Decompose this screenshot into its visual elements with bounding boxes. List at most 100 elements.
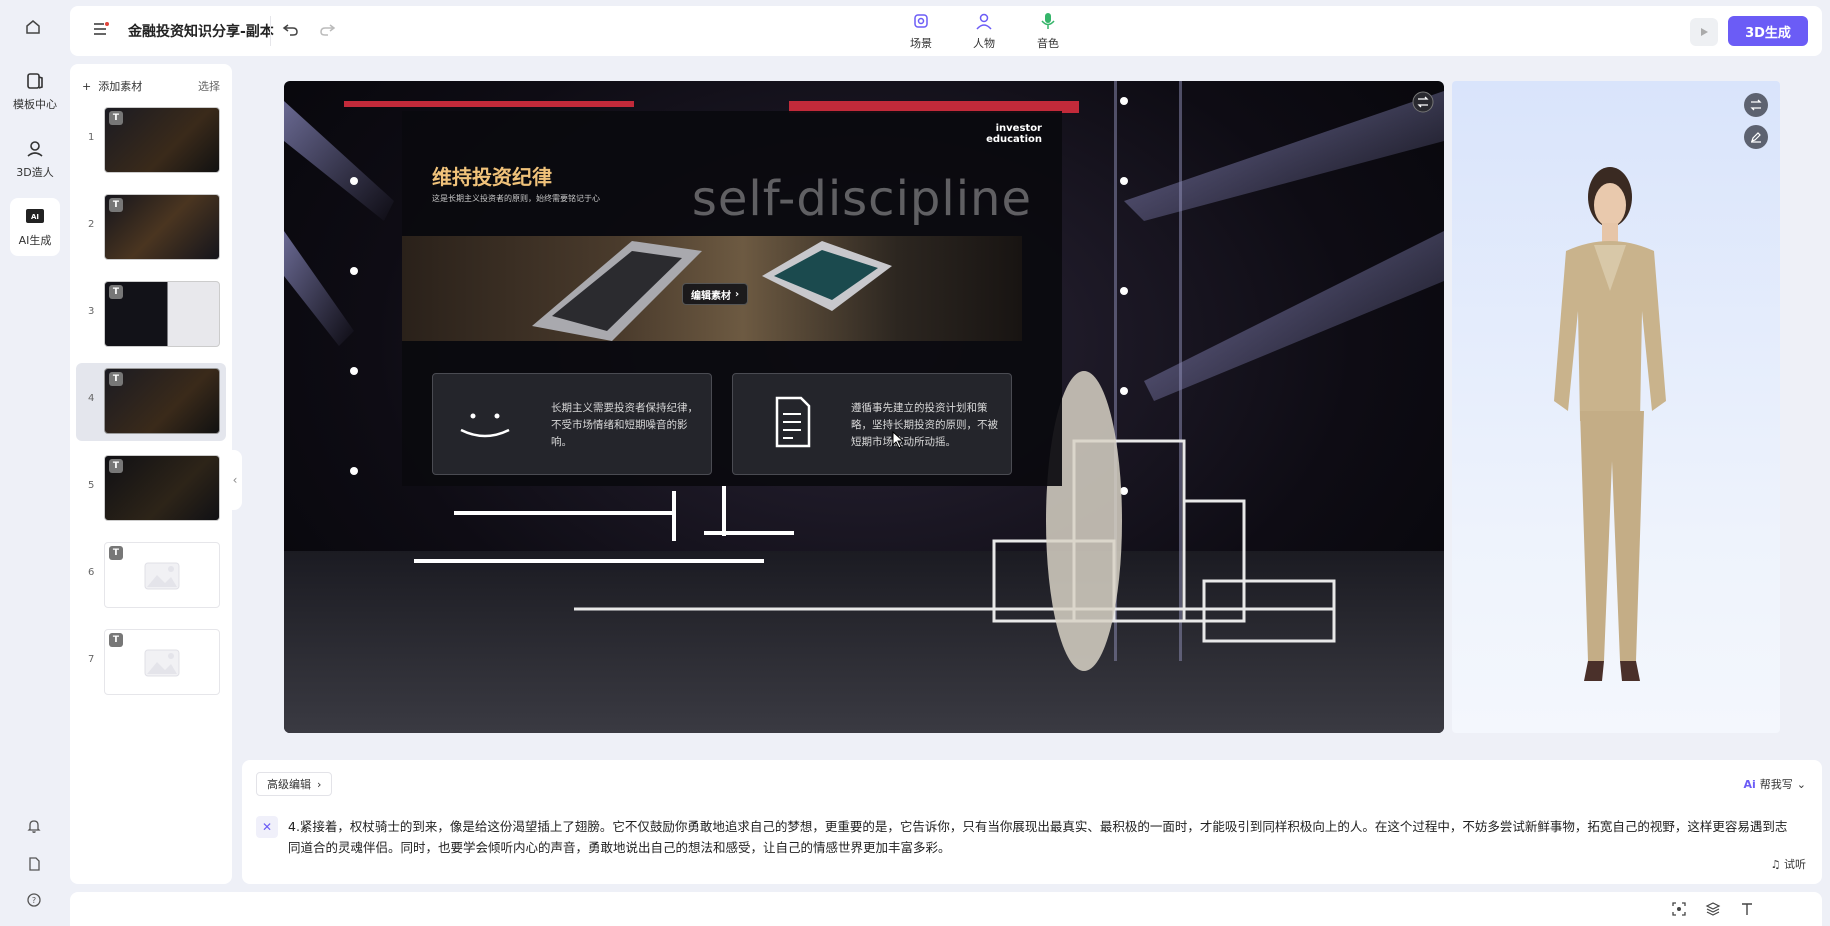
slide-tag-line1: investor [995,123,1042,134]
text-tool-icon[interactable] [1738,900,1756,918]
slide-thumbnail[interactable]: 5 T [76,450,226,528]
person-icon [975,12,993,33]
ai-icon: AI [24,206,46,228]
slide-number: 7 [88,654,95,665]
document-title[interactable]: 金融投资知识分享-副本 [128,21,274,41]
slide-number: 2 [88,219,95,230]
layers-icon[interactable] [1704,900,1722,918]
slide-subtitle[interactable]: 这是长期主义投资者的原则，始终需要铭记于心 [432,193,600,204]
advanced-edit-label: 高级编辑 [267,778,311,791]
script-panel: 高级编辑 › Ai 帮我写 ⌄ ✕ 4.紧接着，权杖骑士的到来，像是给这份渴望插… [242,760,1822,884]
chevron-left-icon: ‹ [232,473,238,487]
help-icon[interactable]: ? [26,892,42,912]
slide-preview-empty: T [104,629,220,695]
slide-thumbnail[interactable]: 7 T [76,624,226,702]
avatar-preview-panel[interactable] [1452,81,1780,733]
document-list-icon [773,396,813,454]
slide-preview: T [104,107,220,173]
slide-thumbnail[interactable]: 6 T [76,537,226,615]
text-badge-icon: T [109,459,123,473]
template-icon [24,70,46,92]
slide-preview-empty: T [104,542,220,608]
swap-icon [1749,96,1763,115]
toolbar-label: 场景 [910,37,932,50]
card-text: 遵循事先建立的投资计划和策略，坚持长期投资的原则，不被短期市场波动所动摇。 [851,402,998,448]
help-write-label: 帮我写 [1759,778,1793,791]
image-placeholder-icon [143,559,183,597]
generate-3d-button[interactable]: 3D生成 [1728,16,1808,46]
text-badge-icon: T [109,546,123,560]
preview-play-button[interactable] [1690,18,1718,46]
slide-number: 6 [88,567,95,578]
card-text: 长期主义需要投资者保持纪律，不受市场情绪和短期噪音的影响。 [551,402,698,448]
menu-icon[interactable] [92,21,110,41]
bottom-bar [70,892,1822,926]
advanced-edit-button[interactable]: 高级编辑 › [256,772,333,796]
slide-tag-line2: education [986,134,1042,145]
slide-preview: T [104,194,220,260]
slide-preview: T [104,368,220,434]
slide-number: 5 [88,480,95,491]
text-badge-icon: T [109,285,123,299]
text-badge-icon: T [109,198,123,212]
rail-item-templates[interactable]: 模板中心 [10,70,60,112]
bell-icon[interactable] [26,818,42,838]
avatar-build-icon [24,138,46,160]
plus-icon: + [82,80,92,93]
mouse-cursor-icon [892,430,906,453]
scene-icon [912,12,930,33]
document-icon[interactable] [26,856,42,876]
magic-wand-icon[interactable]: ✕ [256,816,278,838]
undo-icon[interactable] [282,21,300,41]
headphones-icon: ♫ [1770,858,1781,871]
edit-material-button[interactable]: 编辑素材 › [682,283,749,305]
top-bar: 金融投资知识分享-副本 场景 人物 音色 3D生成 [70,6,1822,56]
scene-stage[interactable]: investor education self-discipline 维持投资纪… [284,81,1444,733]
redo-icon[interactable] [318,21,336,41]
rail-item-ai-generate[interactable]: AI AI生成 [10,198,60,256]
info-card[interactable]: 遵循事先建立的投资计划和策略，坚持长期投资的原则，不被短期市场波动所动摇。 [732,373,1012,475]
add-material-button[interactable]: + 添加素材 [82,78,142,94]
select-button[interactable]: 选择 [198,78,220,94]
swap-icon[interactable] [1412,91,1434,117]
edit-avatar-button[interactable] [1744,125,1768,149]
collapse-panel-button[interactable]: ‹ [228,450,242,510]
add-material-label: 添加素材 [98,80,143,93]
avatar-figure [1554,167,1666,681]
slide-title[interactable]: 维持投资纪律 [432,161,552,190]
chevron-right-icon: › [317,777,322,791]
text-badge-icon: T [109,111,123,125]
slide-thumbnail[interactable]: 1 T [76,102,226,180]
help-write-button[interactable]: Ai 帮我写 ⌄ [1743,776,1806,792]
slide-thumbnail-active[interactable]: 4 T [76,363,226,441]
info-card[interactable]: 长期主义需要投资者保持纪律，不受市场情绪和短期噪音的影响。 [432,373,712,475]
toolbar-label: 人物 [973,37,995,50]
script-textarea[interactable]: 4.紧接着，权杖骑士的到来，像是给这份渴望插上了翅膀。它不仅鼓励你勇敢地追求自己… [288,816,1798,858]
slide-panel: + 添加素材 选择 1 T 2 T 3 T 4 T 5 T 6 T 7 T [70,64,232,884]
toolbar-scene[interactable]: 场景 [910,12,932,51]
rail-item-3d-human[interactable]: 3D造人 [10,138,60,180]
svg-text:AI: AI [31,213,39,221]
audition-button[interactable]: ♫ 试听 [1771,856,1806,872]
slide-tag: investor education [986,123,1042,145]
chevron-right-icon: › [735,288,740,300]
image-placeholder-icon [143,646,183,684]
home-icon[interactable] [24,18,42,40]
slide-canvas[interactable]: investor education self-discipline 维持投资纪… [402,111,1062,486]
play-icon [1698,23,1710,42]
pencil-icon [1750,128,1762,147]
toolbar-person[interactable]: 人物 [973,12,995,51]
text-badge-icon: T [109,633,123,647]
microphone-icon [1039,12,1057,33]
slide-watermark-text: self-discipline [691,171,1032,227]
focus-icon[interactable] [1670,900,1688,918]
toolbar-voice[interactable]: 音色 [1037,12,1059,51]
chevron-down-icon: ⌄ [1796,777,1806,791]
swap-view-button[interactable] [1744,93,1768,117]
slide-thumbnail[interactable]: 3 T [76,276,226,354]
rail-item-label: 3D造人 [16,166,54,179]
slide-number: 3 [88,306,95,317]
left-rail: 模板中心 3D造人 AI AI生成 ? [0,0,68,926]
smile-icon [455,404,515,448]
slide-thumbnail[interactable]: 2 T [76,189,226,267]
